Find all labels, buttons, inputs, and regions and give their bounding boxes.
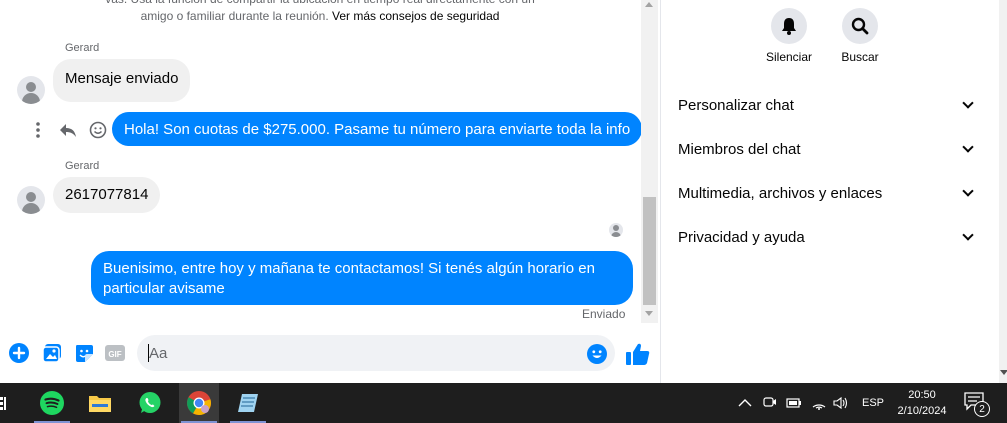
chat-scrollbar[interactable] (641, 0, 658, 323)
add-icon[interactable] (9, 343, 29, 363)
chevron-up-icon (738, 399, 752, 407)
wifi-icon[interactable] (811, 383, 827, 423)
clock-time: 20:50 (908, 389, 936, 401)
safety-tips-link[interactable]: Ver más consejos de seguridad (332, 9, 499, 23)
message-line: particular avisame (103, 280, 225, 297)
section-label: Multimedia, archivos y enlaces (678, 184, 883, 202)
safety-notice-line2: amigo o familiar durante la reunión. (140, 9, 332, 23)
chevron-down-icon (962, 229, 974, 241)
section-customize-chat[interactable]: Personalizar chat (678, 93, 978, 117)
volume-icon[interactable] (833, 383, 849, 423)
scroll-up-arrow-icon[interactable] (645, 2, 653, 7)
chrome-taskbar-button[interactable] (179, 383, 219, 423)
svg-text:GIF: GIF (108, 350, 121, 359)
scroll-down-arrow-icon[interactable] (1000, 370, 1007, 375)
reply-icon[interactable] (58, 122, 78, 138)
section-chat-members[interactable]: Miembros del chat (678, 137, 978, 161)
chat-info-panel: Silenciar Buscar Personalizar chat Miemb… (660, 0, 1007, 383)
panel-scrollbar[interactable] (999, 0, 1007, 383)
message-status: Enviado (582, 307, 626, 321)
safety-notice: vas. Usa la función de compartir la ubic… (0, 0, 640, 25)
section-label: Privacidad y ayuda (678, 228, 805, 246)
task-view-icon[interactable] (0, 395, 8, 411)
sender-name: Gerard (65, 160, 100, 172)
section-privacy-help[interactable]: Privacidad y ayuda (678, 225, 978, 249)
bell-icon (771, 8, 807, 44)
avatar[interactable] (17, 76, 45, 104)
spotify-taskbar-button[interactable] (32, 383, 72, 423)
section-media-files-links[interactable]: Multimedia, archivos y enlaces (678, 181, 978, 205)
taskbar: ESP 20:50 2/10/2024 2 (0, 383, 1007, 423)
notepad-icon (238, 394, 258, 412)
chat-pane: vas. Usa la función de compartir la ubic… (0, 0, 660, 383)
gif-icon[interactable]: GIF (105, 343, 125, 363)
language-indicator[interactable]: ESP (862, 383, 884, 423)
section-label: Personalizar chat (678, 96, 794, 114)
whatsapp-taskbar-button[interactable] (130, 383, 170, 423)
chevron-down-icon (962, 185, 974, 197)
message-bubble-outgoing[interactable]: Hola! Son cuotas de $275.000. Pasame tu … (112, 112, 643, 146)
sender-name: Gerard (65, 42, 100, 54)
file-explorer-taskbar-button[interactable] (80, 383, 120, 423)
clock-date: 2/10/2024 (897, 405, 947, 417)
more-options-icon[interactable] (28, 122, 48, 138)
seen-avatar (609, 223, 623, 237)
message-input[interactable] (137, 335, 615, 371)
sticker-icon[interactable] (74, 343, 94, 363)
chrome-icon (187, 391, 211, 415)
messenger-window: vas. Usa la función de compartir la ubic… (0, 0, 1007, 423)
message-actions (28, 119, 108, 141)
scroll-down-arrow-icon[interactable] (645, 311, 653, 316)
message-bubble-outgoing[interactable]: Buenisimo, entre hoy y mañana te contact… (91, 251, 633, 305)
search-label: Buscar (841, 50, 879, 64)
message-bubble-incoming[interactable]: Mensaje enviado (53, 59, 191, 102)
chevron-down-icon (962, 97, 974, 109)
clock[interactable]: 20:50 2/10/2024 (893, 387, 951, 419)
notepad-taskbar-button[interactable] (228, 383, 268, 423)
search-button[interactable]: Buscar (825, 8, 895, 64)
react-emoji-icon[interactable] (88, 121, 108, 139)
spotify-icon (40, 391, 64, 415)
emoji-icon[interactable] (586, 343, 608, 365)
scroll-thumb[interactable] (643, 197, 656, 305)
message-line: Buenisimo, entre hoy y mañana te contact… (103, 260, 595, 277)
avatar[interactable] (17, 186, 45, 214)
whatsapp-icon (139, 392, 161, 413)
notification-count-badge: 2 (974, 401, 990, 417)
attach-image-icon[interactable] (42, 343, 62, 363)
thumbs-up-icon[interactable] (625, 342, 651, 366)
show-hidden-icons-button[interactable] (738, 383, 752, 423)
chevron-down-icon (962, 141, 974, 153)
battery-icon[interactable] (786, 383, 802, 423)
meet-now-icon[interactable] (763, 383, 777, 423)
message-bubble-incoming[interactable]: 2617077814 (53, 177, 161, 213)
text-caret (148, 344, 149, 362)
message-composer: GIF (0, 330, 660, 376)
mute-button[interactable]: Silenciar (754, 8, 824, 64)
file-explorer-icon (89, 396, 111, 412)
safety-notice-line1: vas. Usa la función de compartir la ubic… (0, 0, 640, 8)
search-icon (842, 8, 878, 44)
section-label: Miembros del chat (678, 140, 801, 158)
mute-label: Silenciar (765, 50, 813, 64)
